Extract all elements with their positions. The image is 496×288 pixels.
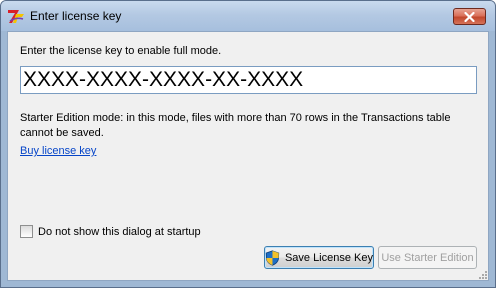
- app-logo-icon: [8, 10, 24, 23]
- use-starter-edition-label: Use Starter Edition: [381, 251, 474, 264]
- save-license-key-button[interactable]: Save License Key: [264, 246, 374, 269]
- starter-mode-description: Starter Edition mode: in this mode, file…: [20, 112, 451, 139]
- window-title: Enter license key: [30, 9, 122, 23]
- close-button[interactable]: [453, 8, 486, 25]
- startup-checkbox-row[interactable]: Do not show this dialog at startup: [20, 225, 201, 238]
- resize-grip-icon[interactable]: [479, 271, 487, 279]
- instruction-text: Enter the license key to enable full mod…: [20, 45, 222, 57]
- buy-license-key-link[interactable]: Buy license key: [20, 145, 96, 157]
- startup-checkbox[interactable]: [20, 225, 33, 238]
- use-starter-edition-button[interactable]: Use Starter Edition: [378, 246, 477, 269]
- license-key-input[interactable]: [20, 66, 477, 94]
- close-icon: [464, 11, 475, 22]
- shield-icon: [265, 249, 280, 266]
- license-dialog-window: Enter license key Enter the license key …: [0, 0, 496, 288]
- save-license-key-label: Save License Key: [284, 251, 373, 264]
- title-bar[interactable]: Enter license key: [1, 1, 495, 31]
- dialog-body: Enter the license key to enable full mod…: [7, 31, 489, 281]
- startup-checkbox-label[interactable]: Do not show this dialog at startup: [38, 226, 201, 238]
